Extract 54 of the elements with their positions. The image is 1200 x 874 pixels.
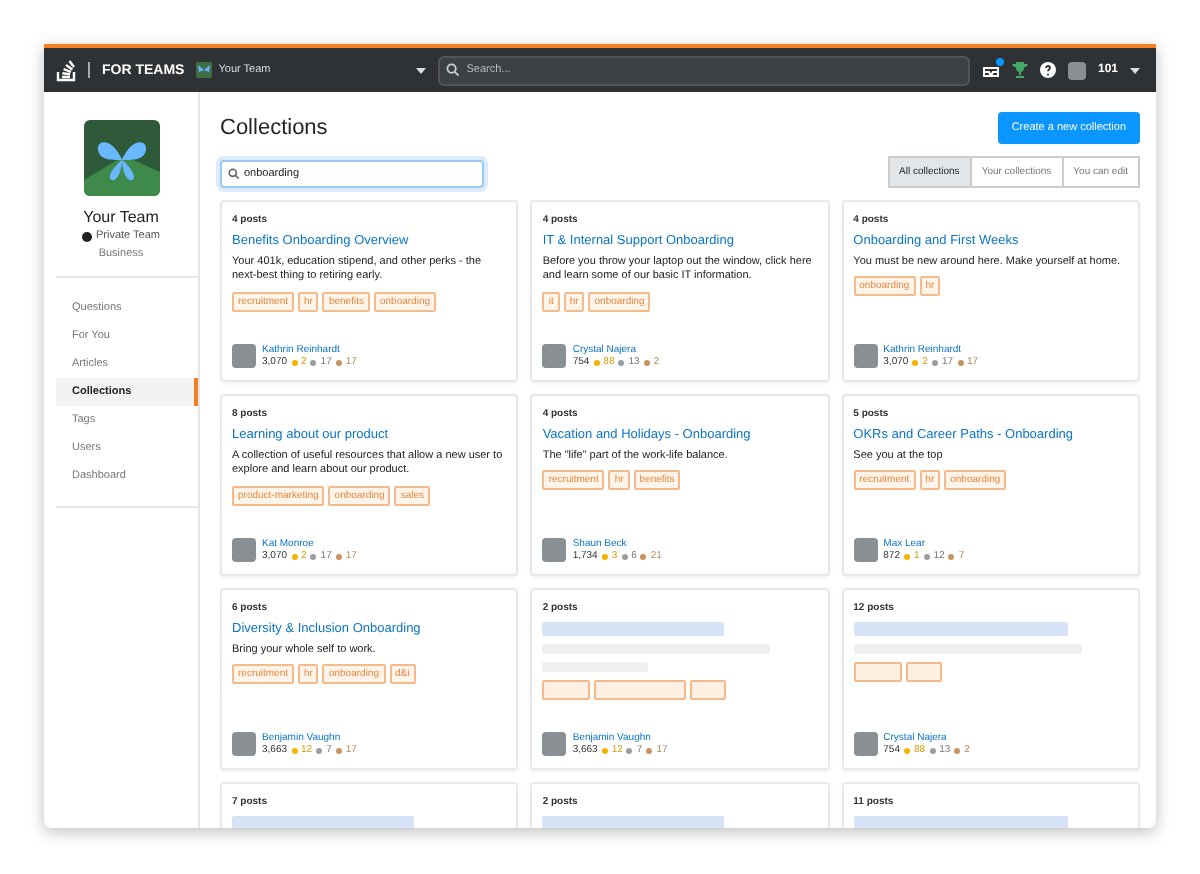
badge-dot-icon <box>646 747 653 753</box>
skeleton-tag <box>853 662 902 682</box>
badge-dot-icon <box>957 359 964 365</box>
badge-dot-icon <box>618 359 625 365</box>
badge-dot-icon <box>931 359 938 365</box>
badge-dot-icon <box>904 553 910 559</box>
avatar-placeholder <box>232 538 256 562</box>
badge-dot-icon <box>621 553 628 559</box>
search-icon <box>446 63 461 77</box>
avatar-placeholder <box>853 344 878 368</box>
badge-dot-icon <box>291 359 298 365</box>
badge-dot-icon <box>643 359 650 365</box>
avatar-placeholder <box>232 344 256 368</box>
search-icon <box>228 168 240 180</box>
badge-dot-icon <box>601 553 608 559</box>
skeleton-tag <box>594 680 687 700</box>
badge-dot-icon <box>640 553 647 559</box>
badge-dot-icon <box>316 747 323 753</box>
help-icon[interactable] <box>1039 62 1056 78</box>
badge-dot-icon <box>310 359 317 365</box>
badge-dot-icon <box>954 747 961 753</box>
skeleton-tag <box>690 680 727 700</box>
butterfly-icon <box>196 62 213 78</box>
skeleton-tag <box>905 662 942 682</box>
badge-dot-icon <box>310 553 317 559</box>
avatar-placeholder <box>853 538 878 562</box>
badge-dot-icon <box>335 747 342 753</box>
badge-dot-icon <box>593 359 600 365</box>
caret-icon[interactable] <box>1130 67 1140 73</box>
badge-dot-icon <box>626 747 633 753</box>
badge-dot-icon <box>948 553 955 559</box>
page-title: Collections <box>220 116 328 140</box>
badge-dot-icon <box>601 747 608 753</box>
team-logo-icon <box>83 120 159 196</box>
trophy-icon[interactable] <box>1011 62 1028 78</box>
avatar-placeholder <box>542 538 567 562</box>
avatar-placeholder <box>542 732 567 756</box>
avatar-placeholder <box>853 732 878 756</box>
avatar-placeholder <box>542 344 567 368</box>
badge-dot-icon <box>291 553 298 559</box>
badge-dot-icon <box>923 553 930 559</box>
inbox-icon[interactable] <box>981 62 1000 78</box>
caret-icon <box>416 67 427 73</box>
avatar-placeholder[interactable] <box>1067 61 1086 79</box>
badge-dot-icon <box>291 747 298 753</box>
badge-dot-icon <box>335 359 342 365</box>
badge-dot-icon <box>335 553 342 559</box>
badge-dot-icon <box>929 747 936 753</box>
avatar-placeholder <box>232 732 256 756</box>
badge-dot-icon <box>904 747 910 753</box>
badge-dot-icon <box>912 359 919 365</box>
stack-logo-icon[interactable] <box>56 58 76 82</box>
skeleton-tag <box>542 680 591 700</box>
team-name: Your Team <box>81 208 161 226</box>
